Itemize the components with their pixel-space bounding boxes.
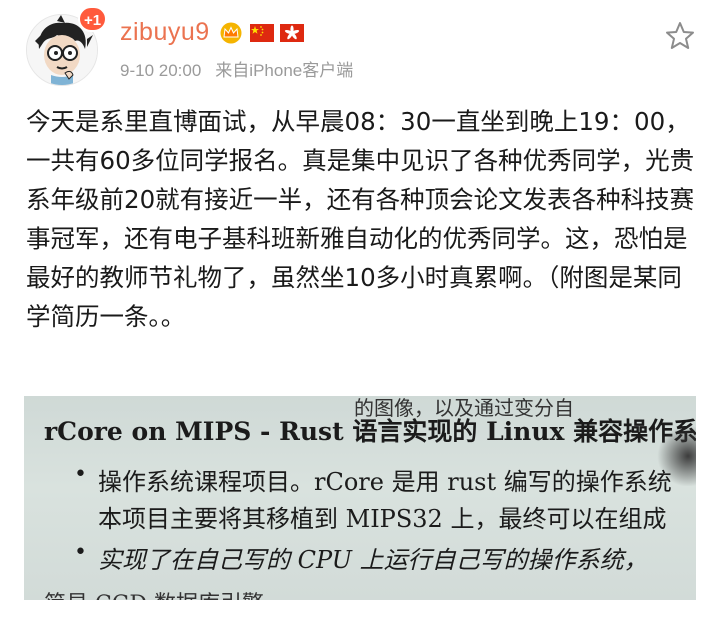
hong-kong-flag-icon: [279, 23, 304, 42]
photo-line: 操作系统课程项目。rCore 是用 rust 编写的操作系统: [98, 468, 672, 496]
post-date: 9-10 20:00: [120, 61, 202, 80]
photo-shadow: [656, 426, 696, 486]
post-source: 来自iPhone客户端: [215, 61, 354, 80]
bullet: •: [74, 540, 87, 565]
name-row: zibuyu9: [120, 18, 304, 47]
star-icon[interactable]: [664, 20, 696, 52]
post-header: +1 zibuyu9 9-10 20:00 来自iPhone客户端: [0, 0, 720, 90]
post-text: 今天是系里直博面试，从早晨08：30一直坐到晚上19：00，一共有60多位同学报…: [26, 107, 695, 331]
username[interactable]: zibuyu9: [120, 18, 210, 47]
attached-resume-photo[interactable]: 的图像，以及通过变分自 rCore on MIPS - Rust 语言实现的 L…: [24, 396, 696, 600]
photo-line: 本项目主要将其移植到 MIPS32 上，最终可以在组成: [98, 505, 667, 533]
photo-line: 简易 CGD 数据库引擎: [44, 586, 264, 600]
china-flag-icon: [249, 23, 274, 42]
photo-heading: rCore on MIPS - Rust 语言实现的 Linux 兼容操作系统: [44, 417, 696, 446]
crown-icon[interactable]: [218, 22, 244, 44]
photo-line: 实现了在自己写的 CPU 上运行自己写的操作系统，: [98, 546, 648, 574]
post-meta: 9-10 20:00 来自iPhone客户端: [120, 56, 353, 81]
notification-badge: +1: [78, 6, 108, 32]
bullet: •: [74, 462, 87, 487]
